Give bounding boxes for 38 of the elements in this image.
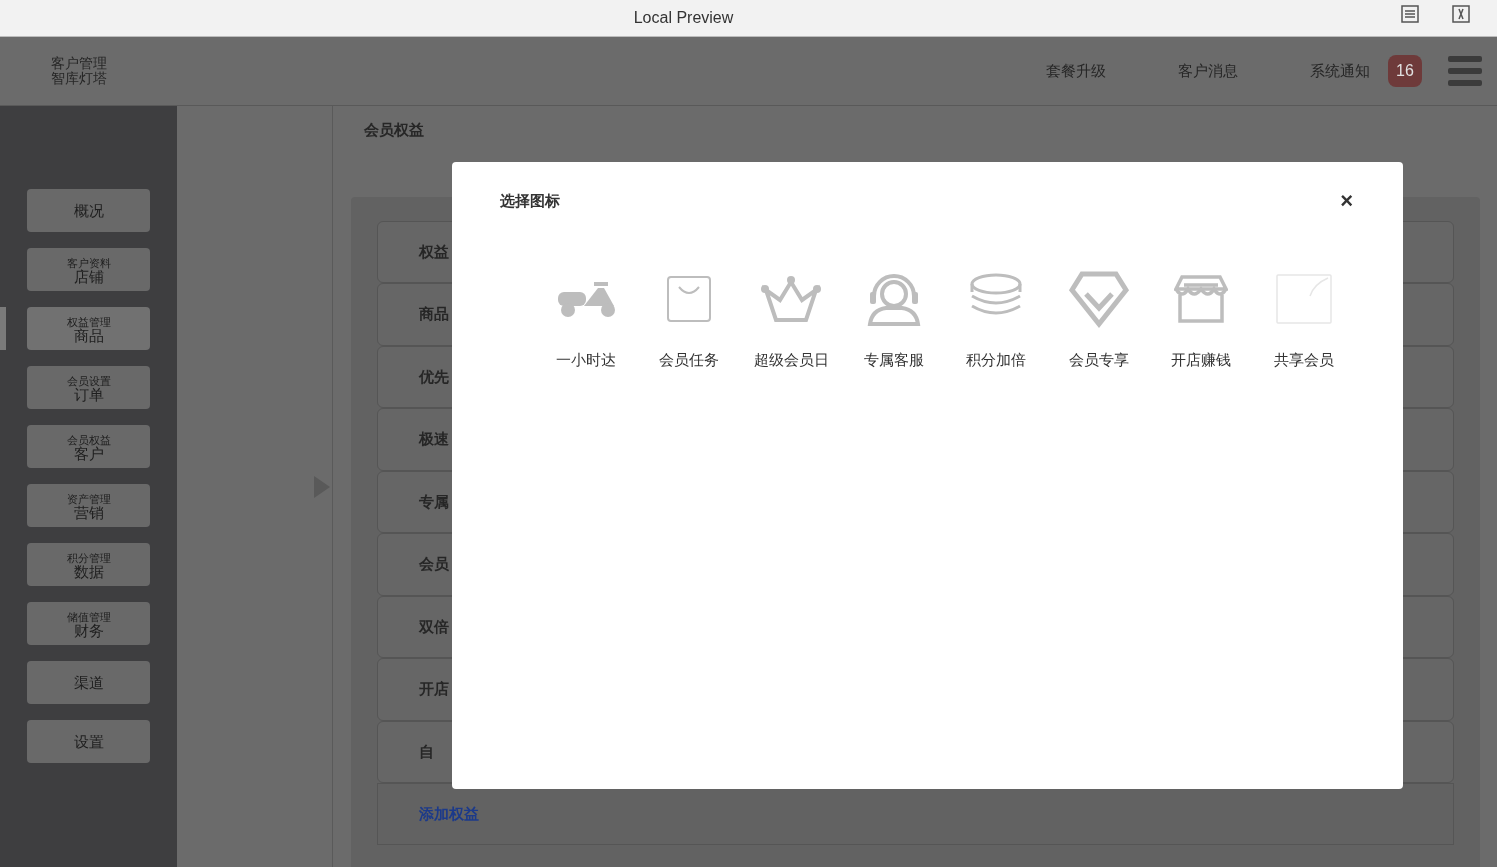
sidebar-item[interactable]: 积分管理 数据: [27, 543, 150, 586]
icon-option[interactable]: 会员专享: [1047, 268, 1150, 371]
diamond-icon: [1067, 269, 1130, 328]
brand-name: 智库灯塔: [50, 71, 107, 86]
notification-badge: 16: [1388, 55, 1422, 87]
sidebar-item[interactable]: 客户资料 店铺: [27, 248, 150, 291]
note-icon: [1275, 273, 1332, 324]
sidebar-item[interactable]: 资产管理 营销: [27, 484, 150, 527]
close-button[interactable]: ×: [1340, 190, 1353, 213]
dialog-title: 选择图标: [500, 191, 560, 211]
sidebar-item[interactable]: 会员设置 订单: [27, 366, 150, 409]
shop-icon: [1174, 272, 1229, 325]
icon-option[interactable]: 会员任务: [637, 268, 740, 371]
sidebar-item[interactable]: 概况: [27, 189, 150, 232]
header-link[interactable]: 套餐升级: [1046, 59, 1106, 83]
icon-option[interactable]: 超级会员日: [740, 268, 843, 371]
window-title: Local Preview: [633, 8, 734, 28]
sidebar-item[interactable]: 渠道: [27, 661, 150, 704]
formula-icon[interactable]: [1451, 4, 1471, 24]
header-link[interactable]: 客户消息: [1178, 59, 1238, 83]
sidebar-item[interactable]: 储值管理 财务: [27, 602, 150, 645]
document-icon[interactable]: [1400, 4, 1420, 24]
icon-option[interactable]: 开店赚钱: [1150, 268, 1253, 371]
page-title: 会员权益: [364, 120, 425, 140]
add-benefit-link[interactable]: 添加权益: [419, 802, 479, 826]
header-link[interactable]: 系统通知: [1310, 59, 1370, 83]
brand-subtitle: 客户管理: [50, 56, 107, 71]
icon-option[interactable]: 专属客服: [842, 268, 945, 371]
bag-icon: [665, 274, 712, 323]
icon-option[interactable]: 积分加倍: [945, 268, 1048, 371]
sidebar-item[interactable]: 设置: [27, 720, 150, 763]
sidebar-item[interactable]: 会员权益 客户: [27, 425, 150, 468]
sidebar-item[interactable]: 权益管理 商品: [27, 307, 150, 350]
icon-option[interactable]: 共享会员: [1252, 268, 1355, 371]
menu-icon[interactable]: [1448, 55, 1482, 87]
crown-icon: [760, 273, 823, 324]
icon-option[interactable]: 一小时达: [535, 268, 638, 371]
headset-icon: [865, 271, 922, 326]
